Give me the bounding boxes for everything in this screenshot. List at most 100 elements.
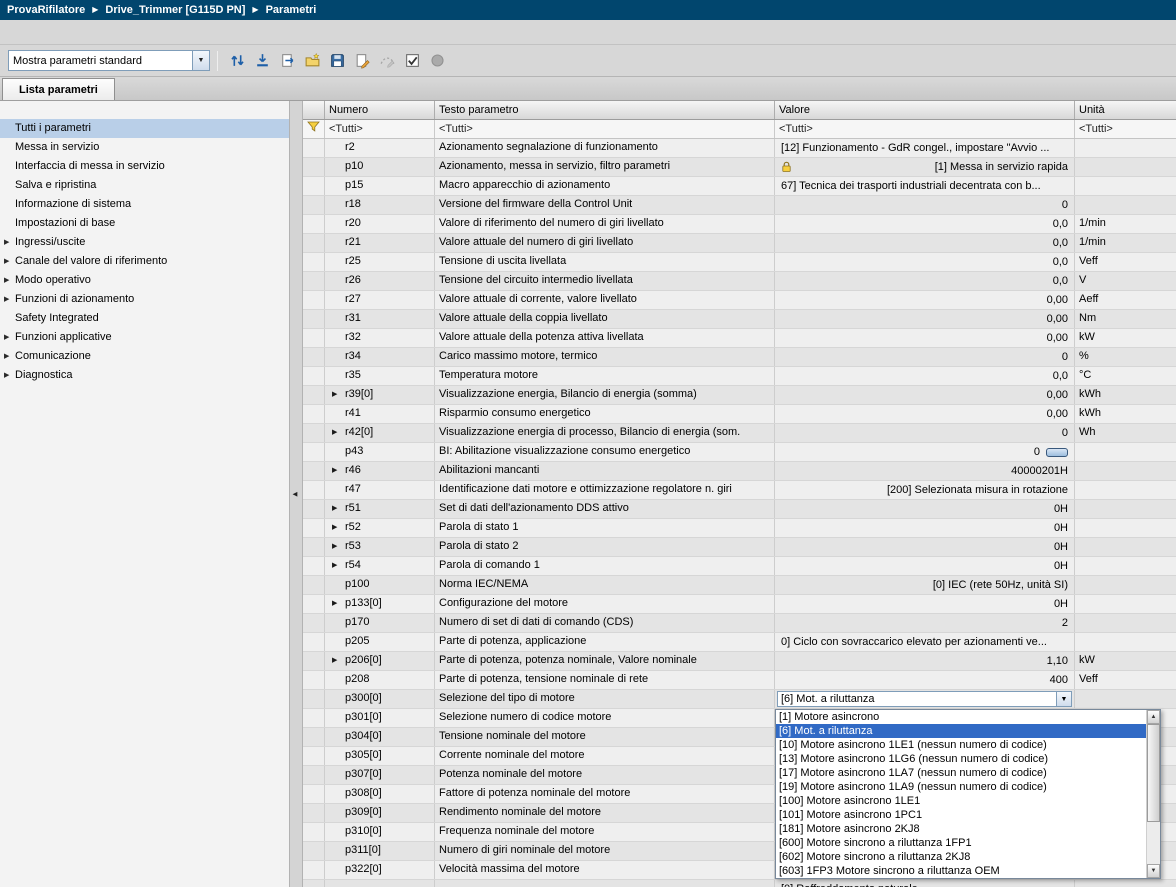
param-value-cell[interactable]: [0] Raffreddamento naturale xyxy=(775,880,1075,887)
expand-icon[interactable]: ▶ xyxy=(4,252,9,271)
motor-type-combobox[interactable]: [6] Mot. a riluttanza▼ xyxy=(777,691,1072,707)
param-row[interactable]: r35Temperatura motore0,0°C xyxy=(303,367,1176,386)
param-value-cell[interactable]: 0 xyxy=(775,196,1075,214)
bico-chip[interactable] xyxy=(1046,448,1068,457)
param-value-cell[interactable]: 0,00 xyxy=(775,329,1075,347)
param-value-cell[interactable]: [1] Messa in servizio rapida xyxy=(775,158,1075,176)
select-arrow-icon[interactable]: ▼ xyxy=(192,51,209,70)
param-value-cell[interactable]: 0,00 xyxy=(775,310,1075,328)
param-value-cell[interactable]: 0H xyxy=(775,595,1075,613)
sidebar-item[interactable]: ▶Modo operativo xyxy=(0,271,289,290)
param-value-cell[interactable]: 0,0 xyxy=(775,367,1075,385)
sidebar-collapse-icon[interactable]: ◄ xyxy=(291,490,299,499)
breadcrumb-item[interactable]: Drive_Trimmer [G115D PN] xyxy=(105,4,245,16)
param-value-cell[interactable]: [0] IEC (rete 50Hz, unità SI) xyxy=(775,576,1075,594)
dropdown-item[interactable]: [101] Motore asincrono 1PC1 xyxy=(776,808,1146,822)
dropdown-item[interactable]: [6] Mot. a riluttanza xyxy=(776,724,1146,738)
sidebar-item[interactable]: Safety Integrated xyxy=(0,309,289,328)
expand-icon[interactable]: ▶ xyxy=(332,538,337,556)
param-row[interactable]: r26Tensione del circuito intermedio live… xyxy=(303,272,1176,291)
filter-valore[interactable]: <Tutti> xyxy=(775,120,1075,138)
scroll-track[interactable] xyxy=(1147,724,1160,864)
param-value-cell[interactable]: 0,0 xyxy=(775,215,1075,233)
dropdown-item[interactable]: [13] Motore asincrono 1LG6 (nessun numer… xyxy=(776,752,1146,766)
expand-icon[interactable]: ▶ xyxy=(332,386,337,404)
param-value-cell[interactable]: 0,0 xyxy=(775,253,1075,271)
breadcrumb-item[interactable]: Parametri xyxy=(266,4,317,16)
dropdown-item[interactable]: [602] Motore sincrono a riluttanza 2KJ8 xyxy=(776,850,1146,864)
param-row[interactable]: r18Versione del firmware della Control U… xyxy=(303,196,1176,215)
param-row[interactable]: p43BI: Abilitazione visualizzazione cons… xyxy=(303,443,1176,462)
param-row[interactable]: r47Identificazione dati motore e ottimiz… xyxy=(303,481,1176,500)
expand-icon[interactable]: ▶ xyxy=(4,233,9,252)
column-header-valore[interactable]: Valore xyxy=(775,101,1075,119)
param-value-cell[interactable]: 2 xyxy=(775,614,1075,632)
param-value-cell[interactable]: [6] Mot. a riluttanza▼ xyxy=(775,690,1075,708)
param-row[interactable]: p300[0]Selezione del tipo di motore[6] M… xyxy=(303,690,1176,709)
dropdown-item[interactable]: [1] Motore asincrono xyxy=(776,710,1146,724)
dropdown-item[interactable]: [17] Motore asincrono 1LA7 (nessun numer… xyxy=(776,766,1146,780)
combobox-arrow-icon[interactable]: ▼ xyxy=(1056,692,1071,706)
dropdown-item[interactable]: [181] Motore asincrono 2KJ8 xyxy=(776,822,1146,836)
edit-icon[interactable] xyxy=(350,49,374,73)
param-row[interactable]: ▶r39[0]Visualizzazione energia, Bilancio… xyxy=(303,386,1176,405)
param-row[interactable]: r27Valore attuale di corrente, valore li… xyxy=(303,291,1176,310)
dropdown-item[interactable]: [100] Motore asincrono 1LE1 xyxy=(776,794,1146,808)
param-value-cell[interactable]: 0,00 xyxy=(775,405,1075,423)
param-value-cell[interactable]: 0 xyxy=(775,443,1075,461)
column-header-unita[interactable]: Unità xyxy=(1075,101,1176,119)
scroll-thumb[interactable] xyxy=(1147,724,1160,822)
expand-icon[interactable]: ▶ xyxy=(332,595,337,613)
dropdown-item[interactable]: [603] 1FP3 Motore sincrono a riluttanza … xyxy=(776,864,1146,878)
param-row[interactable]: ▶r46Abilitazioni mancanti40000201H xyxy=(303,462,1176,481)
expand-icon[interactable]: ▶ xyxy=(332,652,337,670)
param-row[interactable]: ▶p206[0]Parte di potenza, potenza nomina… xyxy=(303,652,1176,671)
param-row[interactable]: r20Valore di riferimento del numero di g… xyxy=(303,215,1176,234)
column-header-testo[interactable]: Testo parametro xyxy=(435,101,775,119)
param-row[interactable]: [0] Raffreddamento naturale xyxy=(303,880,1176,887)
expand-icon[interactable]: ▶ xyxy=(4,328,9,347)
new-object-icon[interactable] xyxy=(300,49,324,73)
sidebar-item[interactable]: ▶Comunicazione xyxy=(0,347,289,366)
expand-icon[interactable]: ▶ xyxy=(332,462,337,480)
parameter-filter-select[interactable]: Mostra parametri standard ▼ xyxy=(8,50,210,71)
param-row[interactable]: ▶r52Parola di stato 10H xyxy=(303,519,1176,538)
param-value-cell[interactable]: 0 xyxy=(775,348,1075,366)
expand-icon[interactable]: ▶ xyxy=(4,271,9,290)
param-value-cell[interactable]: 0,0 xyxy=(775,272,1075,290)
param-value-cell[interactable]: 0H xyxy=(775,519,1075,537)
compare-values-icon[interactable] xyxy=(225,49,249,73)
sidebar-item[interactable]: Impostazioni di base xyxy=(0,214,289,233)
param-row[interactable]: p170Numero di set di dati di comando (CD… xyxy=(303,614,1176,633)
param-value-cell[interactable]: 400 xyxy=(775,671,1075,689)
sidebar-item[interactable]: ▶Funzioni di azionamento xyxy=(0,290,289,309)
tab-lista-parametri[interactable]: Lista parametri xyxy=(2,78,115,100)
param-row[interactable]: p205Parte di potenza, applicazione0] Cic… xyxy=(303,633,1176,652)
column-header-numero[interactable]: Numero xyxy=(325,101,435,119)
param-value-cell[interactable]: 1,10 xyxy=(775,652,1075,670)
param-value-cell[interactable]: 0,0 xyxy=(775,234,1075,252)
param-row[interactable]: ▶p133[0]Configurazione del motore0H xyxy=(303,595,1176,614)
param-value-cell[interactable]: 0H xyxy=(775,500,1075,518)
download-values-icon[interactable] xyxy=(250,49,274,73)
sidebar-item[interactable]: ▶Diagnostica xyxy=(0,366,289,385)
param-row[interactable]: p15Macro apparecchio di azionamento67] T… xyxy=(303,177,1176,196)
param-row[interactable]: r21Valore attuale del numero di giri liv… xyxy=(303,234,1176,253)
sidebar-item[interactable]: Messa in servizio xyxy=(0,138,289,157)
export-icon[interactable] xyxy=(275,49,299,73)
param-row[interactable]: ▶r53Parola di stato 20H xyxy=(303,538,1176,557)
param-row[interactable]: r2Azionamento segnalazione di funzioname… xyxy=(303,139,1176,158)
filter-unita[interactable]: <Tutti> xyxy=(1075,120,1176,138)
param-value-cell[interactable]: 0 xyxy=(775,424,1075,442)
param-row[interactable]: ▶r42[0]Visualizzazione energia di proces… xyxy=(303,424,1176,443)
sidebar-item[interactable]: Interfaccia di messa in servizio xyxy=(0,157,289,176)
param-row[interactable]: r25Tensione di uscita livellata0,0Veff xyxy=(303,253,1176,272)
dropdown-item[interactable]: [600] Motore sincrono a riluttanza 1FP1 xyxy=(776,836,1146,850)
sidebar-item[interactable]: Tutti i parametri xyxy=(0,119,289,138)
breadcrumb-item[interactable]: ProvaRifilatore xyxy=(7,4,85,16)
expand-icon[interactable]: ▶ xyxy=(4,347,9,366)
param-value-cell[interactable]: [200] Selezionata misura in rotazione xyxy=(775,481,1075,499)
dropdown-item[interactable]: [19] Motore asincrono 1LA9 (nessun numer… xyxy=(776,780,1146,794)
param-row[interactable]: p208Parte di potenza, tensione nominale … xyxy=(303,671,1176,690)
expand-icon[interactable]: ▶ xyxy=(332,519,337,537)
